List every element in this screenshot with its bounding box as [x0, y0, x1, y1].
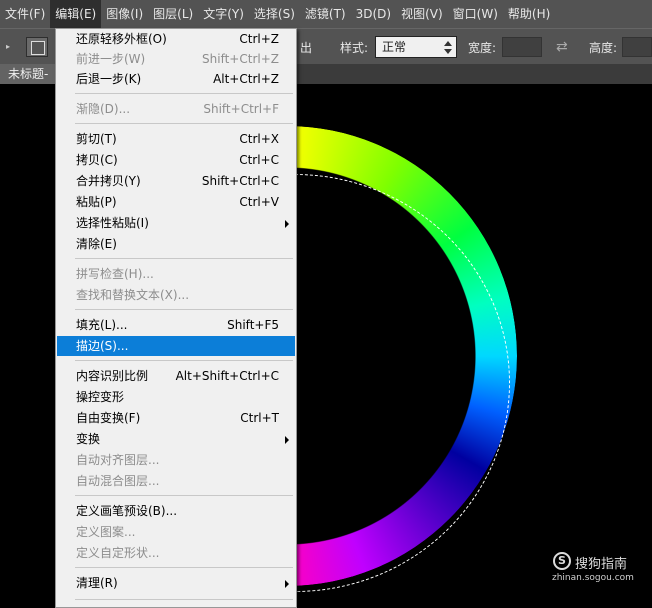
submenu-arrow-icon — [285, 436, 289, 444]
menu-item-clear[interactable]: 清除(E) — [57, 234, 295, 254]
partial-option-label: 出 — [300, 41, 313, 55]
menu-image[interactable]: 图像(I) — [101, 0, 148, 28]
menu-item-copy[interactable]: 拷贝(C) Ctrl+C — [57, 150, 295, 170]
watermark-url: zhinan.sogou.com — [552, 573, 634, 583]
menu-item-fill[interactable]: 填充(L)... Shift+F5 — [57, 315, 295, 335]
menu-view[interactable]: 视图(V) — [396, 0, 448, 28]
menu-item-step-forward[interactable]: 前进一步(W) Shift+Ctrl+Z — [57, 49, 295, 69]
menu-item-stroke[interactable]: 描边(S)... — [57, 336, 295, 356]
menu-separator — [75, 93, 293, 94]
chevron-down-icon — [444, 49, 452, 54]
menu-item-find-replace[interactable]: 查找和替换文本(X)... — [57, 285, 295, 305]
menu-type[interactable]: 文字(Y) — [198, 0, 249, 28]
document-tab[interactable]: 未标题- — [0, 64, 60, 84]
chevron-up-icon — [444, 41, 452, 46]
menu-separator — [75, 258, 293, 259]
menu-item-paste-special[interactable]: 选择性粘贴(I) — [57, 213, 295, 233]
menu-item-puppet-warp[interactable]: 操控变形 — [57, 387, 295, 407]
menu-item-free-transform[interactable]: 自由变换(F) Ctrl+T — [57, 408, 295, 428]
style-select-value: 正常 — [382, 40, 407, 54]
marquee-tool-preset-icon[interactable] — [26, 37, 48, 57]
menu-item-define-brush-preset[interactable]: 定义画笔预设(B)... — [57, 501, 295, 521]
menu-separator — [75, 495, 293, 496]
height-label: 高度: — [589, 41, 618, 55]
menu-window[interactable]: 窗口(W) — [448, 0, 503, 28]
grip-icon[interactable]: ▸ — [6, 43, 14, 51]
menu-item-define-pattern[interactable]: 定义图案... — [57, 522, 295, 542]
width-label: 宽度: — [468, 41, 497, 55]
style-label: 样式: — [340, 41, 369, 55]
submenu-arrow-icon — [285, 580, 289, 588]
menu-help[interactable]: 帮助(H) — [503, 0, 555, 28]
watermark-name: 搜狗指南 — [575, 557, 628, 572]
menu-item-fade[interactable]: 渐隐(D)... Shift+Ctrl+F — [57, 99, 295, 119]
menu-item-define-custom-shape[interactable]: 定义自定形状... — [57, 543, 295, 563]
menu-item-spell-check[interactable]: 拼写检查(H)... — [57, 264, 295, 284]
menu-separator — [75, 599, 293, 600]
height-input[interactable] — [622, 37, 652, 57]
width-input[interactable] — [502, 37, 542, 57]
menu-separator — [75, 567, 293, 568]
menu-file[interactable]: 文件(F) — [0, 0, 50, 28]
sogou-logo-icon: S — [553, 552, 571, 570]
menu-bar: 文件(F) 编辑(E) 图像(I) 图层(L) 文字(Y) 选择(S) 滤镜(T… — [0, 0, 652, 28]
menu-item-copy-merged[interactable]: 合并拷贝(Y) Shift+Ctrl+C — [57, 171, 295, 191]
menu-separator — [75, 309, 293, 310]
menu-edit[interactable]: 编辑(E) — [50, 0, 102, 28]
edit-menu-dropdown: 还原轻移外框(O) Ctrl+Z 前进一步(W) Shift+Ctrl+Z 后退… — [55, 28, 297, 608]
menu-separator — [75, 123, 293, 124]
menu-item-step-backward[interactable]: 后退一步(K) Alt+Ctrl+Z — [57, 69, 295, 89]
menu-item-paste[interactable]: 粘贴(P) Ctrl+V — [57, 192, 295, 212]
menu-layer[interactable]: 图层(L) — [148, 0, 198, 28]
submenu-arrow-icon — [285, 220, 289, 228]
menu-separator — [75, 360, 293, 361]
menu-item-auto-align-layers[interactable]: 自动对齐图层... — [57, 450, 295, 470]
menu-select[interactable]: 选择(S) — [249, 0, 300, 28]
menu-filter[interactable]: 滤镜(T) — [300, 0, 351, 28]
swap-arrows-icon[interactable]: ⇄ — [556, 39, 568, 55]
menu-item-transform[interactable]: 变换 — [57, 429, 295, 449]
style-select[interactable]: 正常 — [375, 36, 457, 58]
menu-item-content-aware-scale[interactable]: 内容识别比例 Alt+Shift+Ctrl+C — [57, 366, 295, 386]
menu-item-cut[interactable]: 剪切(T) Ctrl+X — [57, 129, 295, 149]
menu-item-auto-blend-layers[interactable]: 自动混合图层... — [57, 471, 295, 491]
menu-3d[interactable]: 3D(D) — [351, 0, 396, 28]
menu-item-undo[interactable]: 还原轻移外框(O) Ctrl+Z — [57, 29, 295, 49]
menu-item-purge[interactable]: 清理(R) — [57, 573, 295, 593]
